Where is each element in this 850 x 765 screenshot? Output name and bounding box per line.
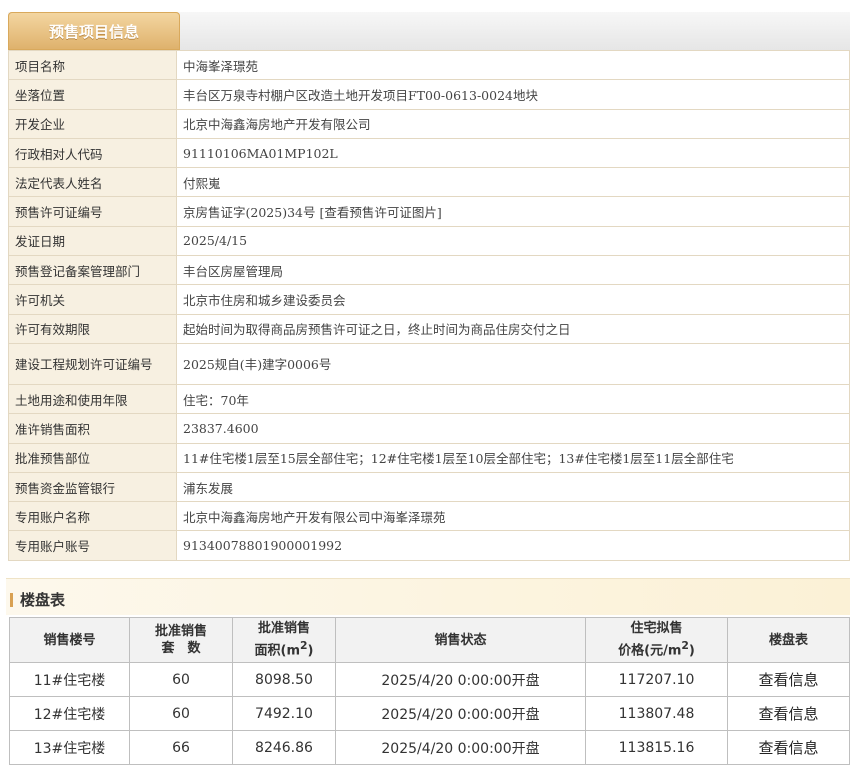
units: 60 [129, 662, 233, 697]
tab-label: 预售项目信息 [48, 23, 139, 41]
col-approved-area-line2: 面积(m [254, 643, 301, 659]
building-table-header: 销售楼号 批准销售套 数 批准销售 面积(m2) 销售状态 住宅拟售 价格(元/m2… [9, 617, 850, 663]
info-label: 发证日期 [8, 225, 177, 257]
info-row: 项目名称 中海峯泽璟苑 [8, 49, 850, 81]
area: 8098.50 [232, 662, 336, 697]
info-label: 行政相对人代码 [8, 137, 177, 169]
info-row: 发证日期 2025/4/15 [8, 225, 850, 257]
col-price-line1: 住宅拟售 [630, 621, 683, 637]
building-no: 12#住宅楼 [9, 696, 130, 731]
col-approved-units-line2: 套 数 [161, 641, 201, 656]
price: 117207.10 [585, 662, 728, 697]
info-label: 土地用途和使用年限 [8, 383, 177, 415]
info-row: 专用账户账号 91340078801900001992 [8, 530, 850, 561]
col-price: 住宅拟售价格(元/m2) [585, 617, 728, 663]
info-row: 许可有效期限 起始时间为取得商品房预售许可证之日，终止时间为商品住房交付之日 [8, 313, 850, 344]
table-row: 12#住宅楼 60 7492.10 2025/4/20 0:00:00开盘 11… [9, 696, 850, 731]
area-unit-sup: 2 [300, 639, 308, 653]
building-table: 销售楼号 批准销售套 数 批准销售 面积(m2) 销售状态 住宅拟售 价格(元/m2… [9, 617, 850, 765]
table-row: 11#住宅楼 60 8098.50 2025/4/20 0:00:00开盘 11… [9, 662, 850, 697]
info-label: 专用账户账号 [8, 530, 177, 561]
info-row: 许可机关 北京市住房和城乡建设委员会 [8, 284, 850, 315]
building-no: 11#住宅楼 [9, 662, 130, 697]
area-unit-close: ) [307, 643, 314, 659]
info-row: 土地用途和使用年限 住宅：70年 [8, 383, 850, 415]
info-label: 专用账户名称 [8, 501, 177, 532]
col-approved-units-line1: 批准销售 [154, 624, 207, 639]
info-row: 行政相对人代码 91110106MA01MP102L [8, 137, 850, 169]
view-info-link[interactable]: 查看信息 [727, 662, 850, 697]
col-status: 销售状态 [335, 617, 586, 663]
info-label: 许可机关 [8, 284, 177, 315]
col-building-no: 销售楼号 [9, 617, 130, 663]
area: 8246.86 [232, 730, 336, 765]
status: 2025/4/20 0:00:00开盘 [335, 696, 586, 731]
info-label: 建设工程规划许可证编号 [8, 342, 177, 385]
tab-presale-info[interactable]: 预售项目信息 [8, 12, 180, 50]
project-info-table: 项目名称 中海峯泽璟苑 坐落位置 丰台区万泉寺村棚户区改造土地开发项目FT00-06… [8, 49, 850, 561]
info-row: 法定代表人姓名 付熙嵬 [8, 167, 850, 198]
building-section-title: 楼盘表 [20, 591, 66, 609]
info-label: 法定代表人姓名 [8, 167, 177, 198]
info-label: 批准预售部位 [8, 442, 177, 473]
info-value: 91340078801900001992 [176, 530, 850, 561]
info-row: 开发企业 北京中海鑫海房地产开发有限公司 [8, 108, 850, 139]
price-unit-sup: 2 [681, 639, 689, 653]
info-value: 丰台区万泉寺村棚户区改造土地开发项目FT00-0613-0024地块 [176, 79, 850, 110]
info-value: 23837.4600 [176, 413, 850, 444]
building-section-header: 楼盘表 [6, 578, 850, 615]
view-info-link[interactable]: 查看信息 [727, 730, 850, 765]
info-value: 付熙嵬 [176, 167, 850, 198]
price: 113815.16 [585, 730, 728, 765]
info-label: 许可有效期限 [8, 313, 177, 344]
section-marker [10, 593, 13, 607]
info-label: 坐落位置 [8, 79, 177, 110]
col-approved-area: 批准销售面积(m2) [232, 617, 336, 663]
section-tab-bar: 预售项目信息 [8, 12, 850, 51]
info-label: 准许销售面积 [8, 413, 177, 444]
info-label: 项目名称 [8, 49, 177, 81]
info-value: 丰台区房屋管理局 [176, 255, 850, 286]
col-approved-area-line1: 批准销售 [257, 621, 310, 637]
price: 113807.48 [585, 696, 728, 731]
price-unit-close: ) [688, 643, 695, 659]
info-label: 开发企业 [8, 108, 177, 139]
col-approved-units: 批准销售套 数 [129, 617, 233, 663]
building-no: 13#住宅楼 [9, 730, 130, 765]
info-value: 2025规自(丰)建字0006号 [176, 342, 850, 385]
info-value: 住宅：70年 [176, 383, 850, 415]
info-value: 北京市住房和城乡建设委员会 [176, 284, 850, 315]
info-value: 91110106MA01MP102L [176, 137, 850, 169]
units: 66 [129, 730, 233, 765]
info-row: 建设工程规划许可证编号 2025规自(丰)建字0006号 [8, 342, 850, 385]
info-row: 专用账户名称 北京中海鑫海房地产开发有限公司中海峯泽璟苑 [8, 501, 850, 532]
area: 7492.10 [232, 696, 336, 731]
info-value: 浦东发展 [176, 471, 850, 503]
info-value: 北京中海鑫海房地产开发有限公司 [176, 108, 850, 139]
info-value: 2025/4/15 [176, 225, 850, 257]
info-label: 预售登记备案管理部门 [8, 255, 177, 286]
license-value-link[interactable]: 京房售证字(2025)34号 [查看预售许可证图片] [176, 196, 850, 227]
info-row: 批准预售部位 11#住宅楼1层至15层全部住宅；12#住宅楼1层至10层全部住宅；… [8, 442, 850, 473]
info-value: 起始时间为取得商品房预售许可证之日，终止时间为商品住房交付之日 [176, 313, 850, 344]
col-price-line2: 价格(元/m [618, 643, 682, 659]
table-row: 13#住宅楼 66 8246.86 2025/4/20 0:00:00开盘 11… [9, 730, 850, 765]
info-label: 预售资金监管银行 [8, 471, 177, 503]
info-value: 11#住宅楼1层至15层全部住宅；12#住宅楼1层至10层全部住宅；13#住宅楼… [176, 442, 850, 473]
info-value: 北京中海鑫海房地产开发有限公司中海峯泽璟苑 [176, 501, 850, 532]
info-value: 中海峯泽璟苑 [176, 49, 850, 81]
info-row: 坐落位置 丰台区万泉寺村棚户区改造土地开发项目FT00-0613-0024地块 [8, 79, 850, 110]
info-row: 预售资金监管银行 浦东发展 [8, 471, 850, 503]
col-table: 楼盘表 [727, 617, 850, 663]
info-label: 预售许可证编号 [8, 196, 177, 227]
view-info-link[interactable]: 查看信息 [727, 696, 850, 731]
status: 2025/4/20 0:00:00开盘 [335, 662, 586, 697]
info-row: 预售登记备案管理部门 丰台区房屋管理局 [8, 255, 850, 286]
info-row: 准许销售面积 23837.4600 [8, 413, 850, 444]
info-row: 预售许可证编号 京房售证字(2025)34号 [查看预售许可证图片] [8, 196, 850, 227]
status: 2025/4/20 0:00:00开盘 [335, 730, 586, 765]
units: 60 [129, 696, 233, 731]
